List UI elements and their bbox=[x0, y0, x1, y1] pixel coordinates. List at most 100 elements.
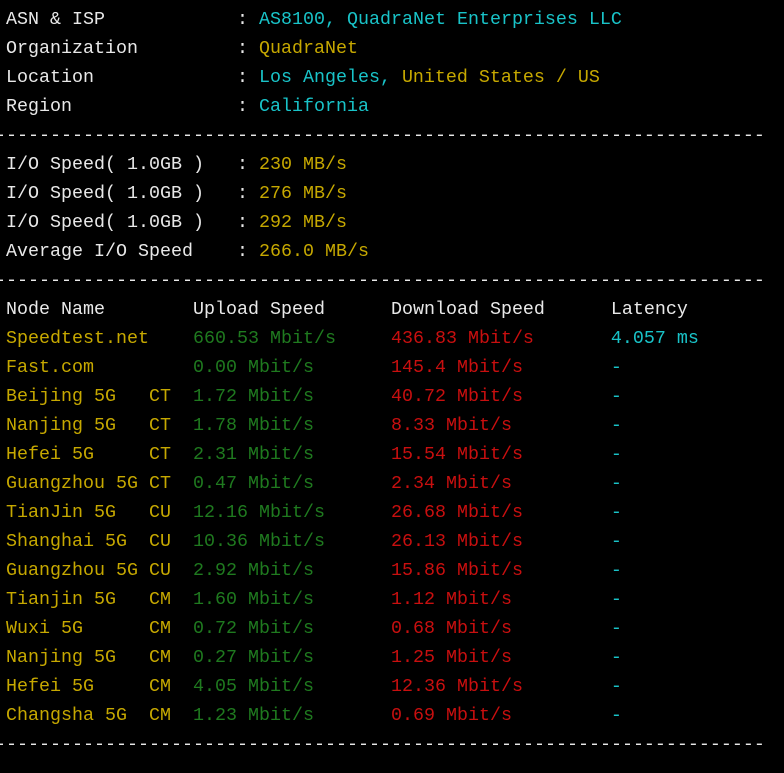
upload-speed: 1.72 Mbit/s bbox=[192, 386, 314, 407]
separator-line: ----------------------------------------… bbox=[0, 270, 765, 291]
download-speed: 12.36 Mbit/s bbox=[390, 676, 523, 697]
node-isp: CU bbox=[148, 531, 171, 552]
header-download-speed: Download Speed bbox=[390, 299, 545, 320]
node-isp: CM bbox=[148, 618, 171, 639]
io-value: 276 MB/s bbox=[258, 183, 347, 204]
colon: : bbox=[236, 183, 248, 204]
colon: : bbox=[236, 9, 248, 30]
node-name: Guangzhou 5G bbox=[6, 473, 138, 494]
io-label: I/O Speed( 1.0GB ) bbox=[6, 183, 204, 204]
node-isp: CM bbox=[148, 589, 171, 610]
latency: - bbox=[610, 647, 622, 668]
download-speed: 26.68 Mbit/s bbox=[390, 502, 523, 523]
info-label: ASN & ISP bbox=[6, 9, 105, 30]
node-isp: CM bbox=[148, 647, 171, 668]
node-name: Changsha 5G bbox=[6, 705, 127, 726]
latency: - bbox=[610, 589, 622, 610]
io-value: 230 MB/s bbox=[258, 154, 347, 175]
upload-speed: 1.78 Mbit/s bbox=[192, 415, 314, 436]
download-speed: 0.68 Mbit/s bbox=[390, 618, 512, 639]
node-isp: CT bbox=[148, 444, 171, 465]
colon: : bbox=[236, 67, 248, 88]
info-value: California bbox=[258, 96, 369, 117]
latency: 4.057 ms bbox=[610, 328, 699, 349]
upload-speed: 10.36 Mbit/s bbox=[192, 531, 325, 552]
upload-speed: 0.00 Mbit/s bbox=[192, 357, 314, 378]
info-value: AS8100, QuadraNet Enterprises LLC bbox=[258, 9, 622, 30]
info-value: Los Angeles, bbox=[258, 67, 391, 88]
upload-speed: 1.23 Mbit/s bbox=[192, 705, 314, 726]
io-label: I/O Speed( 1.0GB ) bbox=[6, 212, 204, 233]
upload-speed: 1.60 Mbit/s bbox=[192, 589, 314, 610]
download-speed: 145.4 Mbit/s bbox=[390, 357, 523, 378]
node-isp: CU bbox=[148, 560, 171, 581]
io-label: I/O Speed( 1.0GB ) bbox=[6, 154, 204, 175]
io-value: 292 MB/s bbox=[258, 212, 347, 233]
info-label: Location bbox=[6, 67, 94, 88]
colon: : bbox=[236, 154, 248, 175]
latency: - bbox=[610, 444, 622, 465]
colon: : bbox=[236, 96, 248, 117]
io-value: 266.0 MB/s bbox=[258, 241, 369, 262]
download-speed: 436.83 Mbit/s bbox=[390, 328, 534, 349]
upload-speed: 0.27 Mbit/s bbox=[192, 647, 314, 668]
download-speed: 15.54 Mbit/s bbox=[390, 444, 523, 465]
node-isp: CT bbox=[148, 386, 171, 407]
upload-speed: 0.47 Mbit/s bbox=[192, 473, 314, 494]
node-isp: CM bbox=[148, 676, 171, 697]
node-name: Wuxi 5G bbox=[6, 618, 83, 639]
node-name: Beijing 5G bbox=[6, 386, 116, 407]
latency: - bbox=[610, 705, 622, 726]
download-speed: 8.33 Mbit/s bbox=[390, 415, 512, 436]
download-speed: 15.86 Mbit/s bbox=[390, 560, 523, 581]
node-name: Guangzhou 5G bbox=[6, 560, 138, 581]
node-name: Shanghai 5G bbox=[6, 531, 127, 552]
node-name: Fast.com bbox=[6, 357, 94, 378]
header-node-name: Node Name bbox=[6, 299, 105, 320]
upload-speed: 12.16 Mbit/s bbox=[192, 502, 325, 523]
latency: - bbox=[610, 357, 622, 378]
node-name: Hefei 5G bbox=[6, 676, 94, 697]
upload-speed: 0.72 Mbit/s bbox=[192, 618, 314, 639]
colon: : bbox=[236, 38, 248, 59]
download-speed: 26.13 Mbit/s bbox=[390, 531, 523, 552]
io-label: Average I/O Speed bbox=[6, 241, 193, 262]
node-name: Speedtest.net bbox=[6, 328, 149, 349]
info-label: Organization bbox=[6, 38, 138, 59]
latency: - bbox=[610, 560, 622, 581]
node-isp: CM bbox=[148, 705, 171, 726]
info-value: QuadraNet bbox=[258, 38, 358, 59]
latency: - bbox=[610, 473, 622, 494]
node-name: TianJin 5G bbox=[6, 502, 116, 523]
separator-line: ----------------------------------------… bbox=[0, 125, 765, 146]
upload-speed: 4.05 Mbit/s bbox=[192, 676, 314, 697]
node-isp: CU bbox=[148, 502, 171, 523]
latency: - bbox=[610, 676, 622, 697]
upload-speed: 660.53 Mbit/s bbox=[192, 328, 336, 349]
colon: : bbox=[236, 212, 248, 233]
latency: - bbox=[610, 502, 622, 523]
node-name: Nanjing 5G bbox=[6, 415, 116, 436]
node-isp: CT bbox=[148, 415, 171, 436]
download-speed: 1.25 Mbit/s bbox=[390, 647, 512, 668]
header-latency: Latency bbox=[610, 299, 688, 320]
download-speed: 1.12 Mbit/s bbox=[390, 589, 512, 610]
node-name: Nanjing 5G bbox=[6, 647, 116, 668]
latency: - bbox=[610, 386, 622, 407]
node-isp: CT bbox=[148, 473, 171, 494]
separator-line: ----------------------------------------… bbox=[0, 734, 765, 755]
download-speed: 0.69 Mbit/s bbox=[390, 705, 512, 726]
upload-speed: 2.92 Mbit/s bbox=[192, 560, 314, 581]
latency: - bbox=[610, 531, 622, 552]
info-value-secondary: United States / US bbox=[401, 67, 600, 88]
colon: : bbox=[236, 241, 248, 262]
download-speed: 40.72 Mbit/s bbox=[390, 386, 523, 407]
header-upload-speed: Upload Speed bbox=[192, 299, 325, 320]
latency: - bbox=[610, 618, 622, 639]
node-name: Tianjin 5G bbox=[6, 589, 116, 610]
upload-speed: 2.31 Mbit/s bbox=[192, 444, 314, 465]
info-label: Region bbox=[6, 96, 72, 117]
node-name: Hefei 5G bbox=[6, 444, 94, 465]
latency: - bbox=[610, 415, 622, 436]
download-speed: 2.34 Mbit/s bbox=[390, 473, 512, 494]
